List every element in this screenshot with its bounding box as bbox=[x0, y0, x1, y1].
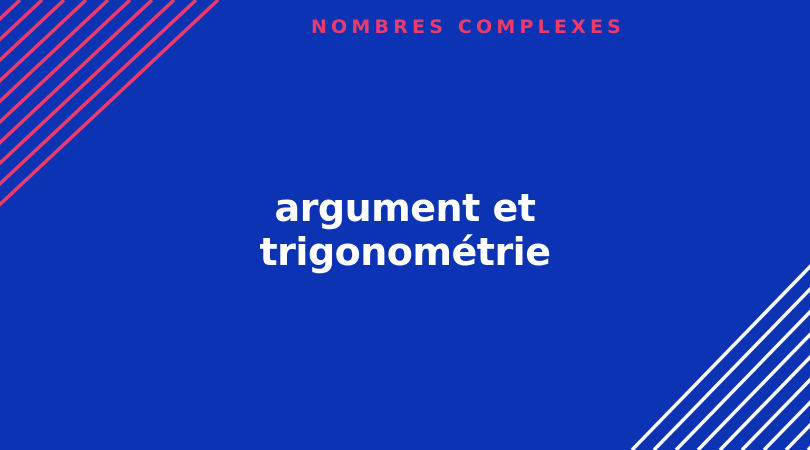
left-stripe bbox=[0, 0, 88, 84]
left-stripe bbox=[0, 0, 220, 207]
banner: NOMBRES COMPLEXES argument et trigonomét… bbox=[0, 0, 810, 450]
left-stripe bbox=[0, 0, 22, 22]
right-stripe bbox=[630, 264, 810, 450]
kicker-heading: NOMBRES COMPLEXES bbox=[310, 16, 626, 38]
title-line-1: argument et bbox=[274, 186, 536, 230]
left-stripe bbox=[0, 0, 154, 145]
left-stripe bbox=[0, 0, 132, 125]
left-stripe bbox=[0, 0, 66, 63]
left-stripe bbox=[0, 0, 198, 187]
right-stripe bbox=[652, 286, 810, 450]
title-line-2: trigonométrie bbox=[259, 230, 551, 274]
right-stripe bbox=[740, 377, 810, 450]
